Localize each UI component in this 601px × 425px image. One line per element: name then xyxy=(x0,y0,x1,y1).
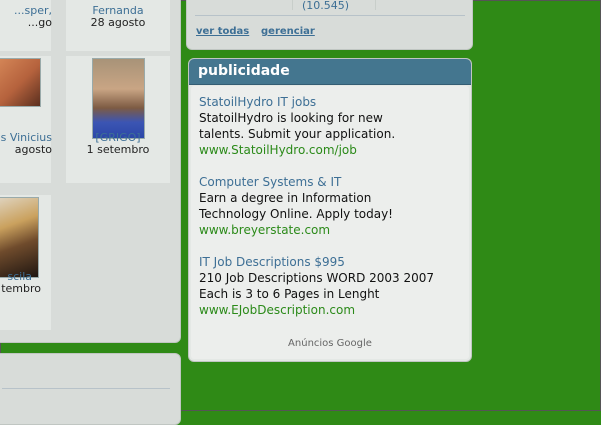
ad-url[interactable]: www.breyerstate.com xyxy=(199,222,464,238)
ads-heading: publicidade xyxy=(189,59,471,85)
friend-date: 28 agosto xyxy=(90,16,146,29)
divider xyxy=(292,0,293,10)
friend-cell[interactable]: s Vinicius agosto xyxy=(0,56,52,183)
view-all-link[interactable]: ver todas xyxy=(196,26,249,37)
friend-photo[interactable] xyxy=(92,58,145,139)
ad-text: Each is 3 to 6 Pages in Lenght xyxy=(199,287,380,301)
friend-date: 1 setembro xyxy=(86,143,150,156)
ad-item[interactable]: IT Job Descriptions $995 210 Job Descrip… xyxy=(199,254,464,318)
bottom-panel xyxy=(0,353,181,425)
ad-title[interactable]: StatoilHydro IT jobs xyxy=(199,94,464,110)
ads-by-google-label[interactable]: Anúncios Google xyxy=(191,338,469,349)
divider xyxy=(2,388,170,389)
manage-link[interactable]: gerenciar xyxy=(261,26,315,37)
ads-body: StatoilHydro IT jobs StatoilHydro is loo… xyxy=(191,86,469,359)
ad-url[interactable]: www.StatoilHydro.com/job xyxy=(199,142,464,158)
ad-item[interactable]: StatoilHydro IT jobs StatoilHydro is loo… xyxy=(199,94,464,158)
divider xyxy=(195,15,465,16)
friends-panel: ...sper, ...go Fernanda 28 agosto s Vini… xyxy=(0,0,181,343)
ad-url[interactable]: www.EJobDescription.com xyxy=(199,302,464,318)
ad-text: talents. Submit your application. xyxy=(199,127,396,141)
friend-photo[interactable] xyxy=(0,197,39,278)
friend-date: agosto xyxy=(14,143,52,156)
friend-cell[interactable]: scila tembro xyxy=(0,195,51,330)
ad-text: 210 Job Descriptions WORD 2003 2007 xyxy=(199,271,435,285)
ads-panel: publicidade StatoilHydro IT jobs Statoil… xyxy=(188,58,472,362)
friend-date: ...go xyxy=(27,16,52,29)
ad-title[interactable]: Computer Systems & IT xyxy=(199,174,464,190)
friend-cell[interactable]: ...sper, ...go xyxy=(0,0,52,51)
ad-text: Earn a degree in Information xyxy=(199,191,372,205)
ad-item[interactable]: Computer Systems & IT Earn a degree in I… xyxy=(199,174,464,238)
ad-text: Technology Online. Apply today! xyxy=(199,207,393,221)
ad-text: StatoilHydro is looking for new xyxy=(199,111,383,125)
friend-cell[interactable]: [GRIGO] 1 setembro xyxy=(66,56,170,183)
friend-date: tembro xyxy=(1,282,41,295)
community-count[interactable]: (10.545) xyxy=(302,0,349,12)
community-panel: (10.545) ver todas gerenciar xyxy=(186,0,473,50)
ad-title[interactable]: IT Job Descriptions $995 xyxy=(199,254,464,270)
friend-photo[interactable] xyxy=(0,58,41,107)
friend-cell[interactable]: Fernanda 28 agosto xyxy=(66,0,170,51)
divider xyxy=(375,0,376,10)
